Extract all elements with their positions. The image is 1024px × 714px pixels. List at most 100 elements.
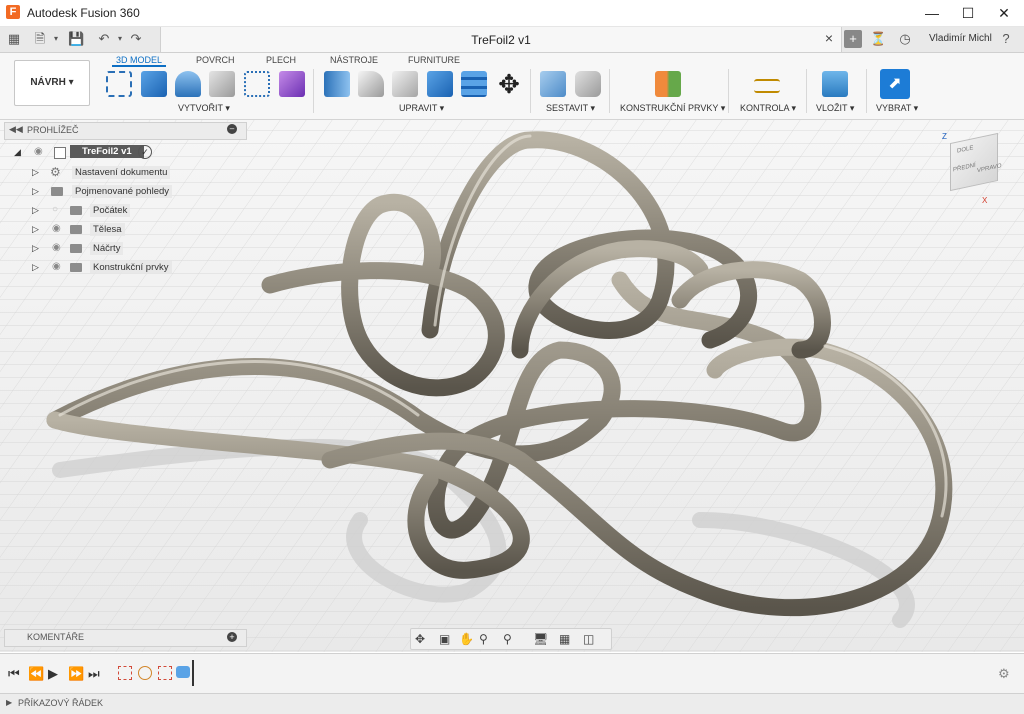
- collapse-panel-icon[interactable]: ◀◀: [9, 124, 23, 135]
- grid-settings-icon[interactable]: ▦: [559, 632, 570, 646]
- close-tab-icon[interactable]: ×: [825, 30, 833, 46]
- zoom-icon[interactable]: ⚲: [479, 632, 488, 646]
- split-body-icon[interactable]: [461, 71, 487, 97]
- select-group-label[interactable]: VYBRAT ▾: [876, 103, 918, 114]
- construct-group-label[interactable]: KONSTRUKČNÍ PRVKY ▾: [620, 103, 725, 114]
- browser-item-named-views[interactable]: ▷ Pojmenované pohledy: [14, 183, 214, 201]
- browser-item-origin[interactable]: ▷ ○ Počátek: [14, 202, 214, 220]
- pan-hand-icon[interactable]: ✋: [459, 632, 474, 646]
- collapsed-triangle-icon[interactable]: ▷: [32, 205, 39, 216]
- inspect-group-label[interactable]: KONTROLA ▾: [740, 103, 796, 114]
- visibility-eye-icon[interactable]: ◉: [52, 223, 61, 234]
- timeline-sketch-icon[interactable]: [118, 666, 132, 680]
- insert-image-icon[interactable]: [822, 71, 848, 97]
- play-icon[interactable]: ▶: [48, 666, 58, 682]
- shell-icon[interactable]: [392, 71, 418, 97]
- timeline-settings-gear-icon[interactable]: ⚙: [998, 666, 1010, 682]
- timeline-marker[interactable]: [192, 660, 194, 686]
- browser-item-document-settings[interactable]: ▷ ⚙ Nastavení dokumentu: [14, 164, 214, 182]
- create-form-icon[interactable]: [279, 71, 305, 97]
- undo-dropdown-icon[interactable]: ▾: [112, 31, 128, 47]
- new-tab-plus-icon[interactable]: +: [844, 30, 862, 48]
- rectangular-pattern-icon[interactable]: [244, 71, 270, 97]
- move-icon[interactable]: ✥: [496, 71, 522, 97]
- tab-3d-model[interactable]: 3D MODEL: [112, 55, 167, 67]
- command-line-bar[interactable]: ▶ PŘÍKAZOVÝ ŘÁDEK: [0, 693, 1024, 714]
- add-comment-icon[interactable]: +: [227, 632, 237, 642]
- look-at-icon[interactable]: ▣: [439, 632, 450, 646]
- box-icon[interactable]: [209, 71, 235, 97]
- document-tab[interactable]: TreFoil2 v1 ×: [160, 27, 842, 52]
- extrude-icon[interactable]: [141, 71, 167, 97]
- comments-panel-header[interactable]: KOMENTÁŘE +: [4, 629, 247, 647]
- tree-item-label: Konstrukční prvky: [90, 261, 172, 274]
- undo-icon[interactable]: ↶: [96, 31, 112, 47]
- viewcube-face-front[interactable]: PŘEDNÍ: [953, 163, 976, 174]
- fillet-icon[interactable]: [358, 71, 384, 97]
- document-tab-title: TreFoil2 v1: [471, 33, 531, 47]
- hidden-eye-icon[interactable]: ○: [52, 204, 58, 215]
- joint-icon[interactable]: [575, 71, 601, 97]
- tab-tools[interactable]: NÁSTROJE: [326, 55, 382, 65]
- fit-zoom-icon[interactable]: ⚲: [503, 632, 512, 646]
- browser-item-construction[interactable]: ▷ ◉ Konstrukční prvky: [14, 259, 214, 277]
- revolve-icon[interactable]: [175, 71, 201, 97]
- workspace-switcher-button[interactable]: NÁVRH ▾: [14, 60, 90, 106]
- chevron-down-icon[interactable]: ▾: [48, 31, 64, 47]
- tab-surface[interactable]: POVRCH: [192, 55, 239, 65]
- create-sketch-icon[interactable]: [106, 71, 132, 97]
- browser-item-bodies[interactable]: ▷ ◉ Tělesa: [14, 221, 214, 239]
- clock-history-icon[interactable]: ◷: [897, 31, 913, 47]
- expand-arrow-icon[interactable]: ▶: [6, 698, 12, 707]
- viewports-icon[interactable]: ◫: [583, 632, 594, 646]
- redo-icon[interactable]: ↷: [128, 31, 144, 47]
- view-cube[interactable]: DOLE PŘEDNÍ VPRAVO: [950, 132, 1002, 192]
- go-to-end-icon[interactable]: ⏭: [88, 666, 100, 682]
- select-cursor-icon[interactable]: ⬈: [880, 69, 910, 99]
- tab-furniture[interactable]: FURNITURE: [404, 55, 464, 65]
- timeline-feature-icon[interactable]: [138, 666, 152, 680]
- collapsed-triangle-icon[interactable]: ▷: [32, 243, 39, 254]
- save-icon[interactable]: 💾: [68, 31, 84, 47]
- apps-grid-icon[interactable]: ▦: [6, 31, 22, 47]
- go-to-start-icon[interactable]: ⏮: [8, 666, 20, 682]
- visibility-eye-icon[interactable]: ◉: [52, 242, 61, 253]
- minus-icon[interactable]: –: [227, 124, 237, 134]
- collapsed-triangle-icon[interactable]: ▷: [32, 167, 39, 178]
- timeline-sketch-icon[interactable]: [158, 666, 172, 680]
- help-icon[interactable]: ?: [998, 31, 1014, 47]
- insert-group-label[interactable]: VLOŽIT ▾: [816, 103, 854, 114]
- modify-group-label[interactable]: UPRAVIT ▾: [399, 103, 444, 114]
- new-component-icon[interactable]: [540, 71, 566, 97]
- close-window-button[interactable]: ✕: [982, 0, 1024, 26]
- timeline-sweep-icon[interactable]: [176, 666, 190, 678]
- offset-plane-icon[interactable]: [655, 71, 681, 97]
- tab-sheet-metal[interactable]: PLECH: [262, 55, 300, 65]
- create-group-label[interactable]: VYTVOŘIT ▾: [178, 103, 230, 114]
- visibility-eye-icon[interactable]: ◉: [34, 146, 43, 157]
- orbit-icon[interactable]: ✥: [415, 632, 425, 646]
- browser-item-sketches[interactable]: ▷ ◉ Náčrty: [14, 240, 214, 258]
- press-pull-icon[interactable]: [324, 71, 350, 97]
- collapsed-triangle-icon[interactable]: ▷: [32, 262, 39, 273]
- file-menu-icon[interactable]: 🗎: [32, 31, 48, 47]
- browser-panel-header[interactable]: ◀◀ PROHLÍŽEČ –: [4, 122, 247, 140]
- toolbar-separator: [609, 69, 610, 113]
- user-name[interactable]: Vladimír Michl: [929, 33, 992, 44]
- combine-icon[interactable]: [427, 71, 453, 97]
- visibility-eye-icon[interactable]: ◉: [52, 261, 61, 272]
- expanded-triangle-icon[interactable]: ◢: [14, 147, 21, 158]
- display-settings-icon[interactable]: 🖥: [533, 632, 548, 646]
- browser-root-item[interactable]: ◢ ◉ TreFoil2 v1 ✓: [14, 144, 214, 162]
- root-component-label[interactable]: TreFoil2 v1: [70, 145, 144, 158]
- viewcube-face-right[interactable]: VPRAVO: [977, 163, 1002, 174]
- step-forward-icon[interactable]: ⏩: [68, 666, 84, 682]
- job-status-icon[interactable]: ⏳: [870, 31, 886, 47]
- viewcube-face-top[interactable]: DOLE: [957, 145, 973, 154]
- collapsed-triangle-icon[interactable]: ▷: [32, 186, 39, 197]
- assemble-group-label[interactable]: SESTAVIT ▾: [546, 103, 595, 114]
- measure-icon[interactable]: [754, 79, 780, 93]
- step-back-icon[interactable]: ⏪: [28, 666, 44, 682]
- collapsed-triangle-icon[interactable]: ▷: [32, 224, 39, 235]
- activate-radio-icon[interactable]: ✓: [138, 145, 152, 159]
